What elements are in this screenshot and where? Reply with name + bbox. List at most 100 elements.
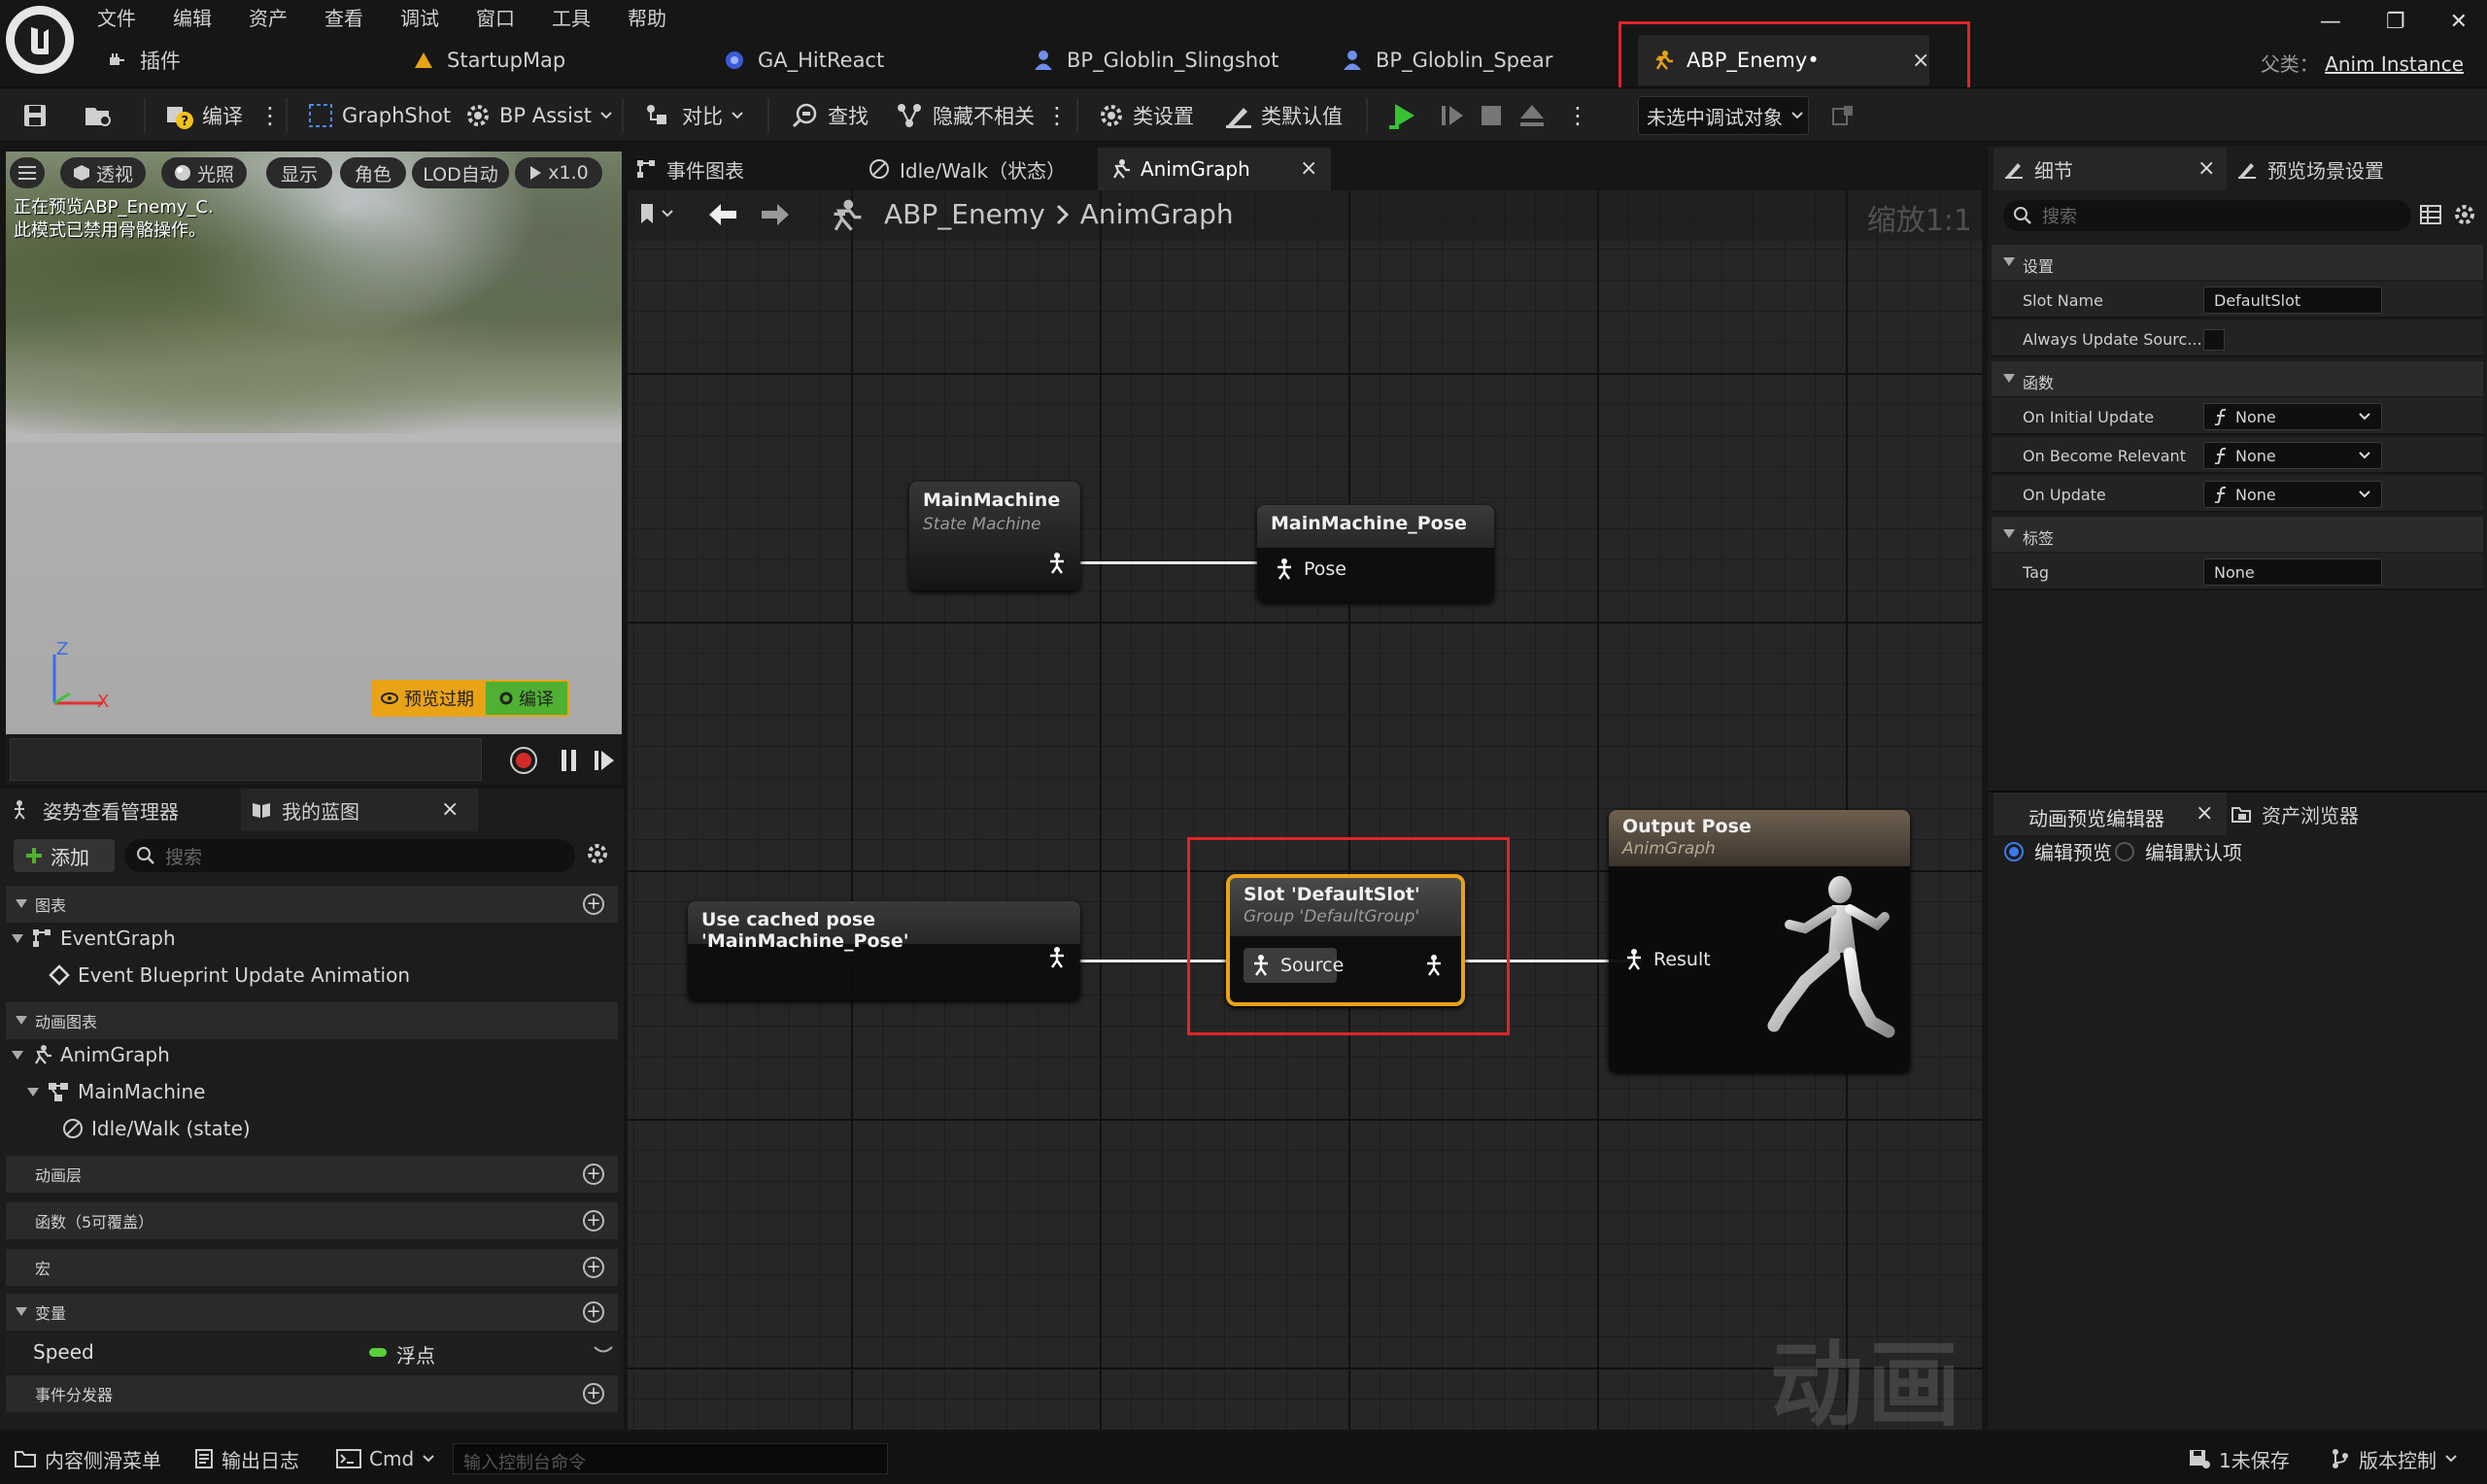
back-button[interactable] [707, 202, 738, 227]
perspective-button[interactable]: 透视 [60, 157, 146, 188]
play-options-button[interactable]: ⋮ [1566, 88, 1589, 143]
menu-asset[interactable]: 资产 [249, 3, 288, 31]
on-update-dropdown[interactable]: None [2203, 481, 2382, 508]
blueprint-settings-button[interactable] [585, 841, 610, 866]
always-update-checkbox[interactable] [2203, 329, 2225, 351]
eject-button[interactable] [1517, 88, 1547, 143]
add-anim-layer-button[interactable]: + [583, 1164, 604, 1185]
tab-my-blueprint[interactable]: 我的蓝图 × [241, 789, 478, 831]
close-tab-button[interactable]: × [441, 797, 459, 822]
tag-field[interactable]: None [2203, 558, 2382, 586]
tab-startup-map[interactable]: StartupMap [412, 43, 565, 78]
cmd-dropdown[interactable]: Cmd [336, 1433, 435, 1484]
tab-bp-spear[interactable]: BP_Globlin_Spear [1341, 43, 1552, 78]
tree-item-event-update[interactable]: Event Blueprint Update Animation [49, 963, 410, 987]
section-anim-graphs[interactable]: 动画图表 [6, 1002, 618, 1039]
hide-options-button[interactable]: ⋮ [1045, 88, 1069, 143]
tab-preview-scene-settings[interactable]: 预览场景设置 [2236, 148, 2384, 190]
add-graph-button[interactable]: + [583, 894, 604, 915]
tab-idle-walk[interactable]: Idle/Walk（状态） [869, 148, 1066, 190]
find-button[interactable]: 查找 [791, 88, 869, 143]
tree-item-event-graph[interactable]: EventGraph [12, 927, 176, 950]
on-initial-update-dropdown[interactable]: None [2203, 403, 2382, 430]
step-forward-button[interactable] [593, 748, 616, 773]
pose-input-pin[interactable]: Pose [1275, 557, 1346, 581]
preview-viewport[interactable]: 透视 光照 显示 角色 LOD自动 x1.0 正在预览ABP_Enemy_C. … [6, 152, 622, 734]
parent-class-link[interactable]: Anim Instance [2325, 52, 2464, 76]
close-tab-button[interactable]: × [1300, 156, 1317, 181]
tab-details[interactable]: 细节 × [1993, 148, 2227, 190]
details-search-input[interactable]: 搜索 [2003, 200, 2411, 231]
character-button[interactable]: 角色 [340, 157, 406, 188]
eye-closed-icon[interactable] [593, 1344, 614, 1356]
slot-name-field[interactable]: DefaultSlot [2203, 287, 2382, 314]
section-macros[interactable]: 宏 + [6, 1249, 618, 1286]
hide-unrelated-button[interactable]: 隐藏不相关 [896, 88, 1035, 143]
debug-filter-button[interactable] [1830, 88, 1856, 143]
node-main-machine[interactable]: MainMachine State Machine [909, 482, 1080, 590]
bookmark-button[interactable] [637, 202, 676, 225]
node-use-cached-pose[interactable]: Use cached pose 'MainMachine_Pose' [688, 901, 1080, 1000]
save-button[interactable] [21, 88, 49, 143]
add-variable-button[interactable]: + [583, 1301, 604, 1323]
tab-anim-graph[interactable]: AnimGraph × [1098, 148, 1331, 190]
details-section-tags[interactable]: 标签 [1992, 517, 2483, 552]
compile-button[interactable]: ? 编译 [165, 88, 243, 143]
menu-debug[interactable]: 调试 [400, 3, 439, 31]
section-anim-layers[interactable]: 动画层 + [6, 1156, 618, 1193]
section-graphs[interactable]: 图表 + [6, 886, 618, 923]
timeline-scrubber[interactable] [10, 738, 482, 781]
result-input-pin[interactable]: Result [1624, 948, 1711, 971]
anim-graph-canvas[interactable]: 动画 MainMachine State Machine MainMachine… [628, 146, 1982, 1430]
menu-help[interactable]: 帮助 [628, 3, 666, 31]
table-view-button[interactable] [2419, 204, 2442, 225]
tree-item-main-machine[interactable]: MainMachine [27, 1080, 205, 1103]
lit-button[interactable]: 光照 [161, 157, 247, 188]
breadcrumb-leaf[interactable]: AnimGraph [1080, 198, 1234, 230]
minimize-button[interactable]: — [2320, 10, 2341, 34]
graphshot-button[interactable]: GraphShot [307, 88, 451, 143]
node-output-pose[interactable]: Output Pose AnimGraph Result [1609, 810, 1910, 1072]
edit-preview-radio[interactable]: 编辑预览 [2003, 837, 2112, 865]
tab-preview-editor[interactable]: 动画预览编辑器 × [1993, 793, 2227, 835]
breadcrumb-root[interactable]: ABP_Enemy [884, 198, 1045, 230]
bp-assist-button[interactable]: BP Assist [464, 88, 613, 143]
on-become-relevant-dropdown[interactable]: None [2203, 442, 2382, 469]
tree-item-idle-walk[interactable]: Idle/Walk (state) [62, 1117, 251, 1140]
step-button[interactable] [1438, 88, 1467, 143]
menu-tools[interactable]: 工具 [552, 3, 591, 31]
add-button[interactable]: 添加 [14, 839, 115, 872]
diff-button[interactable]: 对比 [645, 88, 744, 143]
menu-file[interactable]: 文件 [97, 3, 136, 31]
content-drawer-button[interactable]: 内容侧滑菜单 [14, 1433, 161, 1484]
close-tab-button[interactable]: × [2197, 156, 2215, 181]
edit-defaults-radio[interactable]: 编辑默认项 [2114, 837, 2242, 865]
add-macro-button[interactable]: + [583, 1257, 604, 1278]
tab-ga-hitreact[interactable]: GA_HitReact [723, 43, 884, 78]
tab-bp-slingshot[interactable]: BP_Globlin_Slingshot [1032, 43, 1278, 78]
details-section-settings[interactable]: 设置 [1992, 245, 2483, 280]
cached-pose-output-pin[interactable] [1047, 946, 1067, 969]
restore-button[interactable]: ❐ [2386, 10, 2405, 34]
stop-button[interactable] [1479, 88, 1504, 143]
tab-asset-browser[interactable]: 资产浏览器 [2231, 793, 2359, 835]
tab-pose-watch[interactable]: 姿势查看管理器 [12, 789, 237, 831]
pause-button[interactable] [560, 748, 579, 773]
add-dispatcher-button[interactable]: + [583, 1383, 604, 1404]
section-dispatchers[interactable]: 事件分发器 + [6, 1375, 618, 1412]
viewport-compile-button[interactable]: 编译 [484, 680, 569, 717]
tab-plugins[interactable]: 插件 [105, 43, 181, 78]
class-settings-button[interactable]: 类设置 [1098, 88, 1194, 143]
menu-window[interactable]: 窗口 [476, 3, 515, 31]
close-tab-button[interactable]: × [2196, 801, 2213, 826]
node-save-cached-pose[interactable]: MainMachine_Pose Pose [1257, 505, 1494, 602]
record-button[interactable] [509, 746, 538, 775]
menu-view[interactable]: 查看 [324, 3, 363, 31]
lod-button[interactable]: LOD自动 [412, 157, 509, 188]
tree-item-anim-graph[interactable]: AnimGraph [12, 1043, 170, 1066]
play-button[interactable] [1387, 88, 1420, 143]
browse-button[interactable] [84, 88, 115, 143]
playback-speed-button[interactable]: x1.0 [515, 157, 602, 188]
pose-output-pin[interactable] [1047, 552, 1067, 575]
show-button[interactable]: 显示 [266, 157, 332, 188]
